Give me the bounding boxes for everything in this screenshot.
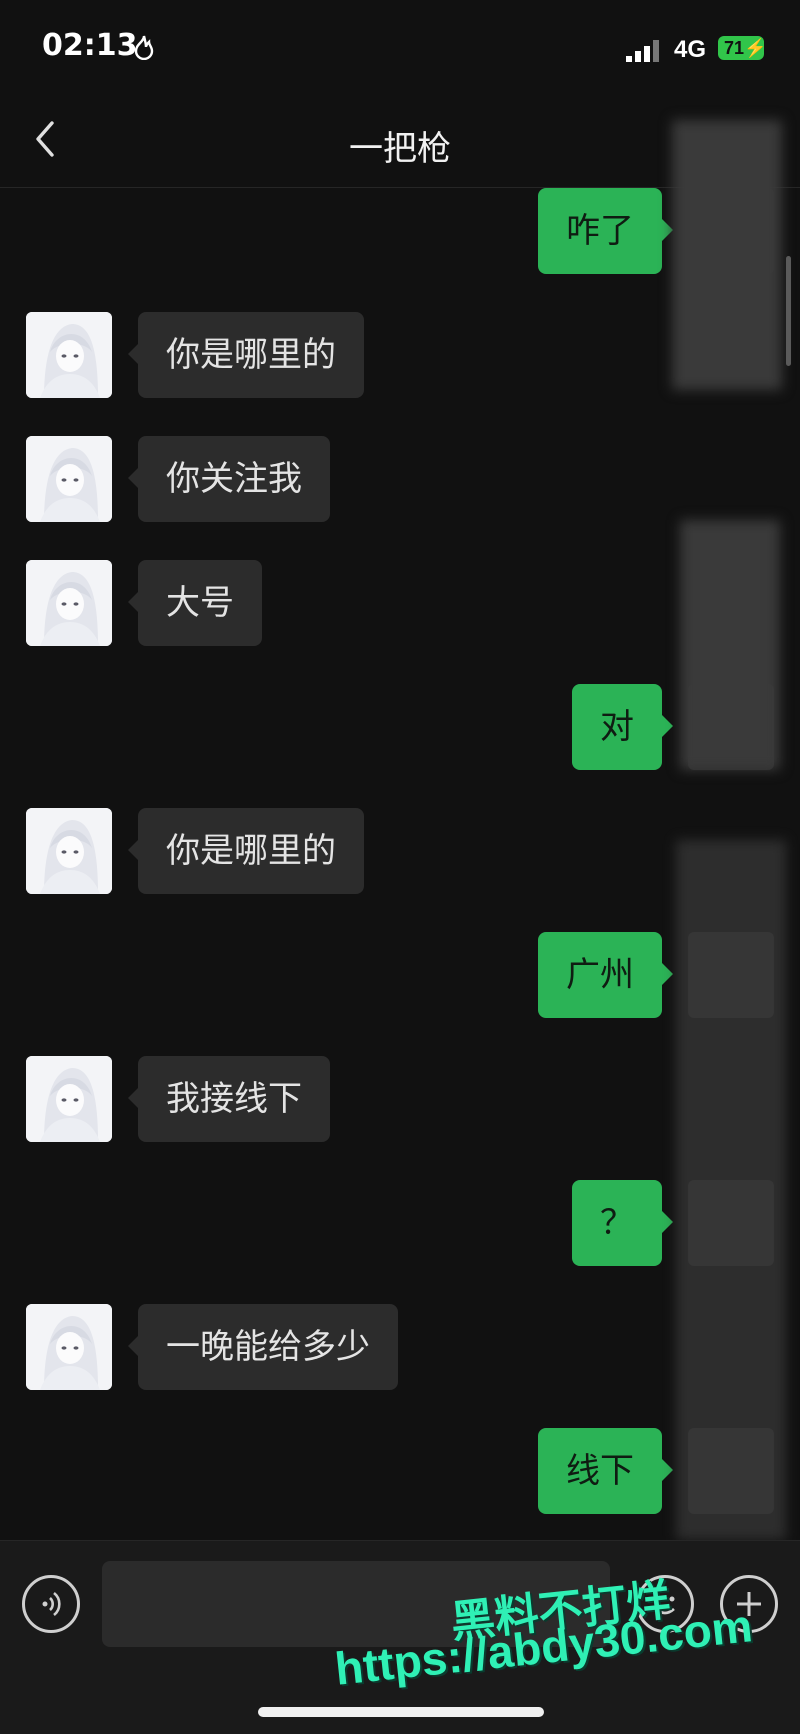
battery-indicator: 71⚡ — [718, 36, 766, 60]
flame-icon — [134, 35, 154, 60]
message-bubble[interactable]: 你关注我 — [128, 436, 330, 522]
contact-avatar[interactable] — [26, 312, 112, 398]
message-bubble[interactable]: 线下 — [538, 1428, 673, 1514]
status-bar: 02:13 4G 71⚡ — [0, 0, 800, 90]
status-time: 02:13 — [42, 28, 138, 63]
home-indicator — [258, 1707, 544, 1717]
message-bubble[interactable]: ？ — [572, 1180, 673, 1266]
scrollbar[interactable] — [786, 256, 791, 366]
message-bubble[interactable]: 广州 — [538, 932, 673, 1018]
redacted-area — [680, 520, 780, 770]
message-bubble[interactable]: 大号 — [128, 560, 262, 646]
message-bubble[interactable]: 对 — [572, 684, 673, 770]
voice-icon[interactable] — [22, 1575, 80, 1633]
message-bubble[interactable]: 咋了 — [538, 188, 673, 274]
message-bubble[interactable]: 你是哪里的 — [128, 312, 364, 398]
battery-level: 71 — [724, 38, 745, 58]
contact-avatar[interactable] — [26, 436, 112, 522]
redacted-area — [672, 120, 782, 390]
incoming-message: 你关注我 — [0, 436, 800, 522]
contact-avatar[interactable] — [26, 808, 112, 894]
contact-avatar[interactable] — [26, 1304, 112, 1390]
network-type: 4G — [674, 36, 707, 63]
message-bubble[interactable]: 一晚能给多少 — [128, 1304, 398, 1390]
message-bubble[interactable]: 你是哪里的 — [128, 808, 364, 894]
contact-avatar[interactable] — [26, 560, 112, 646]
message-bubble[interactable]: 我接线下 — [128, 1056, 330, 1142]
contact-avatar[interactable] — [26, 1056, 112, 1142]
redacted-area — [676, 840, 786, 1540]
signal-icon — [626, 40, 659, 62]
